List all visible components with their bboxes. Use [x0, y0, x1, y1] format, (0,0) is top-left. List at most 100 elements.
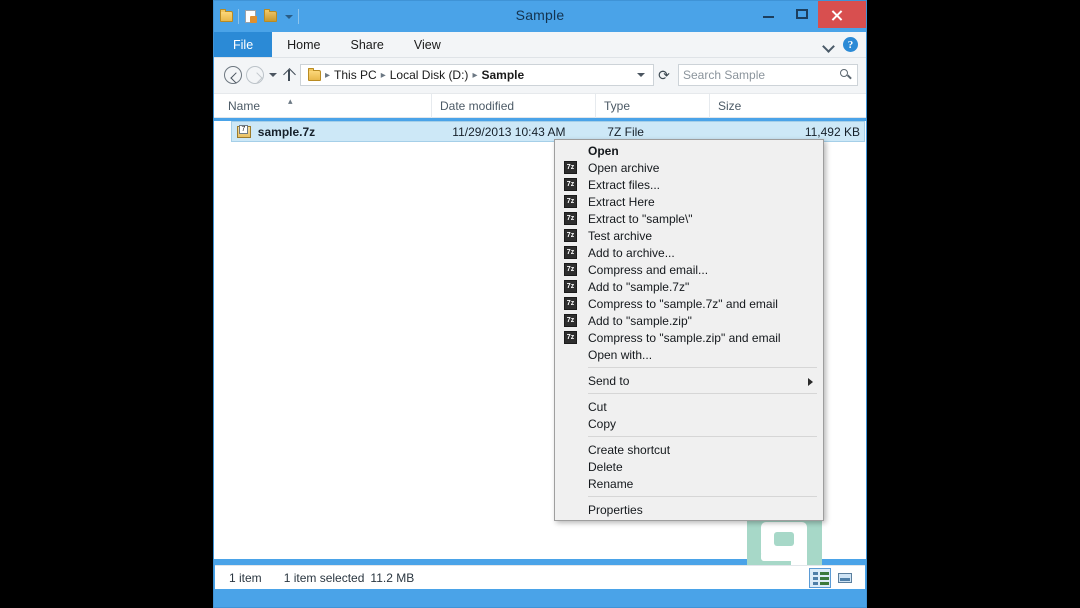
menu-item-label: Add to archive... — [588, 245, 675, 260]
menu-separator — [588, 367, 817, 368]
column-header-row: Name ▴ Date modified Type Size — [214, 93, 866, 118]
menu-separator — [588, 496, 817, 497]
menu-item-open[interactable]: Open — [555, 142, 823, 159]
archive-icon-label: 7 — [239, 124, 248, 134]
file-date-modified: 11/29/2013 10:43 AM — [452, 124, 566, 139]
breadcrumb-separator: ▸ — [472, 69, 478, 81]
forward-button[interactable] — [244, 64, 266, 86]
details-view-button[interactable] — [809, 567, 831, 588]
recent-locations-icon[interactable] — [266, 64, 280, 86]
menu-item-label: Delete — [588, 459, 623, 474]
sevenzip-icon: 7z — [564, 331, 577, 344]
menu-item-add-to-archive[interactable]: 7z Add to archive... — [555, 244, 823, 261]
menu-item-label: Open — [588, 143, 619, 158]
sort-ascending-icon: ▴ — [288, 95, 293, 106]
menu-item-label: Create shortcut — [588, 442, 671, 457]
menu-item-label: Send to — [588, 373, 630, 388]
title-bar: Sample — [214, 1, 866, 32]
refresh-icon[interactable]: ⟳ — [654, 64, 674, 86]
breadcrumb-item-this-pc[interactable]: This PC — [331, 68, 380, 82]
chevron-down-icon[interactable] — [823, 39, 835, 51]
context-menu-group: Create shortcut Delete Rename — [555, 441, 823, 492]
menu-separator — [588, 393, 817, 394]
menu-item-label: Extract files... — [588, 177, 661, 192]
menu-item-extract-here[interactable]: 7z Extract Here — [555, 193, 823, 210]
menu-item-properties[interactable]: Properties — [555, 501, 823, 518]
menu-item-label: Add to "sample.zip" — [588, 313, 692, 328]
sevenzip-icon: 7z — [564, 297, 577, 310]
menu-item-extract-files[interactable]: 7z Extract files... — [555, 176, 823, 193]
menu-item-compress-and-email[interactable]: 7z Compress and email... — [555, 261, 823, 278]
breadcrumb-item-local-disk[interactable]: Local Disk (D:) — [387, 68, 472, 82]
column-header-date-modified[interactable]: Date modified — [431, 93, 595, 118]
breadcrumb-separator: ▸ — [380, 69, 386, 81]
tab-view[interactable]: View — [399, 32, 456, 57]
back-button[interactable] — [222, 64, 244, 86]
menu-item-copy[interactable]: Copy — [555, 415, 823, 432]
menu-item-open-with[interactable]: Open with... — [555, 346, 823, 363]
breadcrumb-dropdown-icon[interactable] — [633, 67, 649, 83]
menu-item-add-to-sample-zip[interactable]: 7z Add to "sample.zip" — [555, 312, 823, 329]
breadcrumb-bar[interactable]: ▸ This PC ▸ Local Disk (D:) ▸ Sample — [300, 64, 654, 86]
context-menu-group: Cut Copy — [555, 398, 823, 432]
menu-item-label: Compress to "sample.7z" and email — [588, 296, 778, 311]
status-bar: 1 item 1 item selected 11.2 MB — [215, 565, 865, 589]
archive-file-icon: 7 — [236, 124, 252, 140]
status-selection-size: 11.2 MB — [370, 570, 415, 585]
menu-item-cut[interactable]: Cut — [555, 398, 823, 415]
sevenzip-icon: 7z — [564, 314, 577, 327]
menu-item-test-archive[interactable]: 7z Test archive — [555, 227, 823, 244]
ribbon-tab-bar: File Home Share View ? — [214, 32, 866, 58]
search-input[interactable]: Search Sample — [678, 64, 858, 86]
file-name: sample.7z — [257, 124, 316, 139]
context-menu-group: Send to — [555, 372, 823, 389]
minimize-button[interactable] — [752, 1, 785, 28]
breadcrumb-folder-icon — [306, 67, 322, 83]
screenshot-root: Sample File Home Share View ? ▸ This PC … — [0, 0, 1080, 608]
menu-item-create-shortcut[interactable]: Create shortcut — [555, 441, 823, 458]
status-item-count: 1 item — [229, 570, 262, 585]
menu-item-open-archive[interactable]: 7z Open archive — [555, 159, 823, 176]
menu-item-rename[interactable]: Rename — [555, 475, 823, 492]
file-explorer-window: Sample File Home Share View ? ▸ This PC … — [213, 0, 867, 608]
breadcrumb: ▸ This PC ▸ Local Disk (D:) ▸ Sample — [324, 68, 527, 82]
maximize-button[interactable] — [785, 1, 818, 28]
column-label: Date modified — [440, 98, 515, 113]
sevenzip-icon: 7z — [564, 263, 577, 276]
menu-item-label: Cut — [588, 399, 607, 414]
window-controls — [752, 1, 866, 28]
help-icon[interactable]: ? — [843, 37, 858, 52]
menu-item-label: Extract to "sample\" — [588, 211, 693, 226]
up-button[interactable] — [280, 64, 298, 86]
sevenzip-icon: 7z — [564, 161, 577, 174]
view-mode-buttons — [809, 567, 865, 588]
sevenzip-icon: 7z — [564, 246, 577, 259]
close-button[interactable] — [818, 1, 866, 28]
column-label: Name — [228, 98, 261, 113]
menu-item-compress-to-sample-7z-and-email[interactable]: 7z Compress to "sample.7z" and email — [555, 295, 823, 312]
tab-home[interactable]: Home — [272, 32, 335, 57]
tab-file[interactable]: File — [214, 32, 273, 57]
large-icons-view-button[interactable] — [835, 569, 855, 587]
column-label: Type — [604, 98, 631, 113]
column-header-size[interactable]: Size — [709, 93, 828, 118]
column-header-type[interactable]: Type — [595, 93, 709, 118]
breadcrumb-item-sample[interactable]: Sample — [478, 68, 527, 82]
menu-item-delete[interactable]: Delete — [555, 458, 823, 475]
menu-item-label: Properties — [588, 502, 643, 517]
tab-share[interactable]: Share — [336, 32, 399, 57]
menu-item-compress-to-sample-zip-and-email[interactable]: 7z Compress to "sample.zip" and email — [555, 329, 823, 346]
status-selection: 1 item selected — [283, 570, 365, 585]
menu-item-label: Test archive — [588, 228, 653, 243]
menu-item-extract-to-folder[interactable]: 7z Extract to "sample\" — [555, 210, 823, 227]
menu-item-add-to-sample-7z[interactable]: 7z Add to "sample.7z" — [555, 278, 823, 295]
column-label: Size — [718, 98, 742, 113]
column-header-name[interactable]: Name ▴ — [228, 94, 431, 118]
submenu-arrow-icon — [808, 378, 813, 386]
menu-item-label: Copy — [588, 416, 617, 431]
menu-item-send-to[interactable]: Send to — [555, 372, 823, 389]
ribbon-right-controls: ? — [823, 32, 866, 57]
search-icon[interactable] — [840, 68, 853, 82]
menu-item-label: Add to "sample.7z" — [588, 279, 690, 294]
sevenzip-icon: 7z — [564, 280, 577, 293]
